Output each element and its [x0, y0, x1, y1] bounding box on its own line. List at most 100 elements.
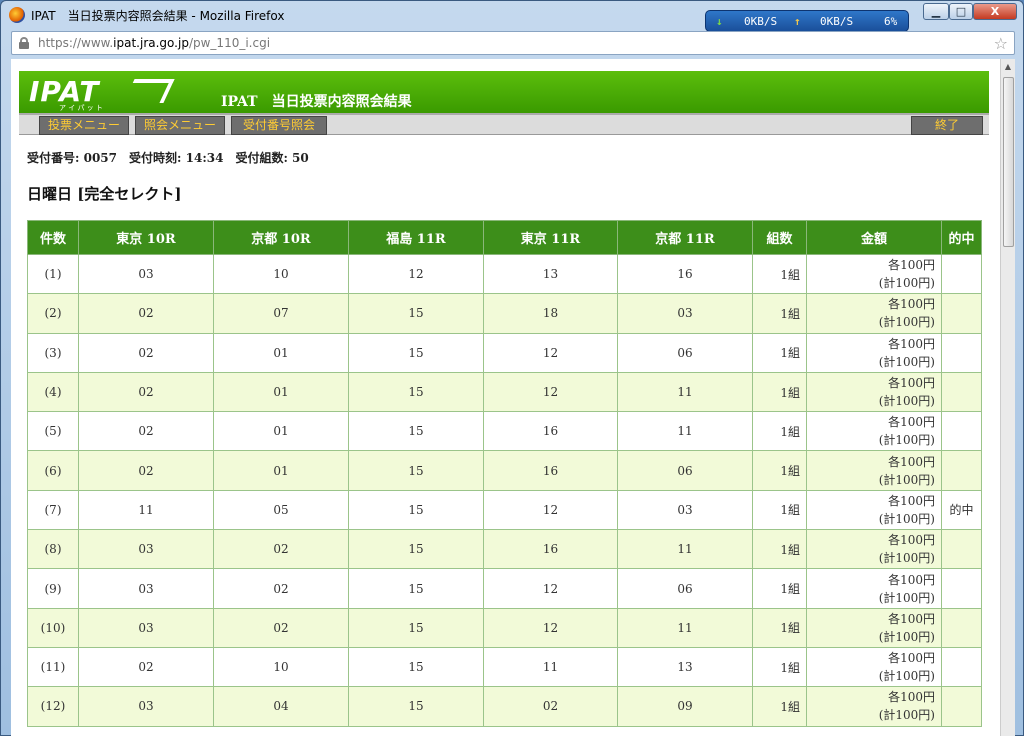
- bookmark-star-icon[interactable]: ☆: [994, 34, 1008, 53]
- nav-bar: 投票メニュー 照会メニュー 受付番号照会 終了: [19, 113, 989, 135]
- amount-total: (計100円): [878, 708, 935, 723]
- table-cell: 03: [78, 568, 214, 609]
- amount-cell: 各100円 (計100円): [806, 607, 942, 648]
- table-cell: 1組: [752, 450, 807, 491]
- table-cell: 1組: [752, 568, 807, 609]
- vertical-scrollbar[interactable]: ▲: [1000, 59, 1015, 736]
- vote-menu-button[interactable]: 投票メニュー: [39, 116, 129, 135]
- receipt-inquiry-button[interactable]: 受付番号照会: [231, 116, 327, 135]
- col-header: 的中: [941, 220, 982, 255]
- scroll-up-arrow-icon[interactable]: ▲: [1001, 59, 1015, 75]
- network-percent: 6%: [884, 15, 898, 28]
- table-cell: 15: [348, 450, 484, 491]
- table-cell: 1組: [752, 293, 807, 334]
- table-cell: 01: [213, 371, 349, 413]
- table-cell: 02: [483, 686, 618, 727]
- amount-each: 各100円: [888, 572, 935, 587]
- table-cell: 02: [213, 607, 349, 648]
- col-header: 京都 11R: [617, 220, 753, 255]
- table-cell: [941, 607, 982, 648]
- inquiry-menu-button[interactable]: 照会メニュー: [135, 116, 225, 135]
- table-cell: 02: [78, 411, 214, 452]
- table-cell: 01: [213, 450, 349, 491]
- download-arrow-icon: ↓: [716, 15, 723, 28]
- table-cell: 10: [213, 253, 349, 295]
- url-text[interactable]: https://www.ipat.jra.go.jp/pw_110_i.cgi: [38, 36, 270, 50]
- window-title: IPAT 当日投票内容照会結果 - Mozilla Firefox: [31, 9, 285, 23]
- table-cell: (10): [27, 607, 79, 648]
- receipt-info: 受付番号: 0057 受付時刻: 14:34 受付組数: 50: [27, 151, 309, 165]
- minimize-button[interactable]: ▁: [923, 3, 949, 20]
- table-cell: [941, 293, 982, 334]
- col-header: 件数: [27, 220, 79, 255]
- amount-total: (計100円): [878, 394, 935, 409]
- col-header: 京都 10R: [213, 220, 349, 255]
- amount-cell: 各100円 (計100円): [806, 411, 942, 452]
- table-cell: 16: [483, 529, 618, 570]
- table-cell: 1組: [752, 253, 807, 295]
- table-cell: 12: [483, 568, 618, 609]
- table-cell: 1組: [752, 489, 807, 531]
- amount-cell: 各100円 (計100円): [806, 489, 942, 531]
- table-cell: 12: [483, 332, 618, 373]
- maximize-button[interactable]: □: [949, 3, 973, 20]
- amount-each: 各100円: [888, 454, 935, 469]
- table-row: (7) 11 05 15 12 03 1組 各100円 (計100円) 的中: [27, 489, 982, 531]
- table-cell: 13: [483, 253, 618, 295]
- table-cell: 15: [348, 646, 484, 688]
- download-speed: 0KB/S: [744, 15, 778, 28]
- exit-button[interactable]: 終了: [911, 116, 983, 135]
- upload-arrow-icon: ↑: [794, 15, 801, 28]
- table-row: (10) 03 02 15 12 11 1組 各100円 (計100円): [27, 607, 982, 648]
- close-button[interactable]: X: [973, 3, 1017, 20]
- table-cell: 1組: [752, 529, 807, 570]
- amount-cell: 各100円 (計100円): [806, 529, 942, 570]
- table-cell: 16: [483, 411, 618, 452]
- table-cell: (12): [27, 686, 79, 727]
- amount-total: (計100円): [878, 629, 935, 644]
- table-cell: 16: [483, 450, 618, 491]
- amount-total: (計100円): [878, 669, 935, 684]
- amount-total: (計100円): [878, 472, 935, 487]
- table-cell: (3): [27, 332, 79, 373]
- table-cell: 13: [617, 646, 753, 688]
- amount-cell: 各100円 (計100円): [806, 646, 942, 688]
- amount-total: (計100円): [878, 315, 935, 330]
- table-cell: 07: [213, 293, 349, 334]
- col-header: 組数: [752, 220, 807, 255]
- table-cell: 03: [78, 529, 214, 570]
- table-cell: 05: [213, 489, 349, 531]
- table-row: (6) 02 01 15 16 06 1組 各100円 (計100円): [27, 450, 982, 491]
- amount-each: 各100円: [888, 611, 935, 626]
- col-header: 金額: [806, 220, 942, 255]
- amount-cell: 各100円 (計100円): [806, 450, 942, 491]
- table-cell: 12: [483, 489, 618, 531]
- bets-table: 件数 東京 10R 京都 10R 福島 11R 東京 11R 京都 11R 組数…: [27, 220, 982, 727]
- table-cell: 11: [483, 646, 618, 688]
- address-bar[interactable]: https://www.ipat.jra.go.jp/pw_110_i.cgi …: [11, 31, 1015, 55]
- table-cell: 1組: [752, 332, 807, 373]
- table-row: (5) 02 01 15 16 11 1組 各100円 (計100円): [27, 411, 982, 452]
- table-cell: 02: [78, 450, 214, 491]
- table-row: (11) 02 10 15 11 13 1組 各100円 (計100円): [27, 646, 982, 688]
- table-cell: 03: [78, 686, 214, 727]
- table-cell: 10: [213, 646, 349, 688]
- table-cell: 04: [213, 686, 349, 727]
- day-heading: 日曜日 [完全セレクト]: [27, 185, 182, 203]
- table-header-row: 件数 東京 10R 京都 10R 福島 11R 東京 11R 京都 11R 組数…: [27, 220, 982, 255]
- table-cell: 11: [78, 489, 214, 531]
- amount-cell: 各100円 (計100円): [806, 568, 942, 609]
- table-cell: 02: [213, 568, 349, 609]
- table-cell: [941, 253, 982, 295]
- table-cell: (2): [27, 293, 79, 334]
- amount-total: (計100円): [878, 276, 935, 291]
- table-cell: 02: [213, 529, 349, 570]
- table-cell: 16: [617, 253, 753, 295]
- table-cell: 18: [483, 293, 618, 334]
- amount-total: (計100円): [878, 433, 935, 448]
- scroll-thumb[interactable]: [1003, 77, 1014, 247]
- table-cell: 15: [348, 489, 484, 531]
- table-cell: 11: [617, 607, 753, 648]
- amount-each: 各100円: [888, 297, 935, 312]
- amount-total: (計100円): [878, 590, 935, 605]
